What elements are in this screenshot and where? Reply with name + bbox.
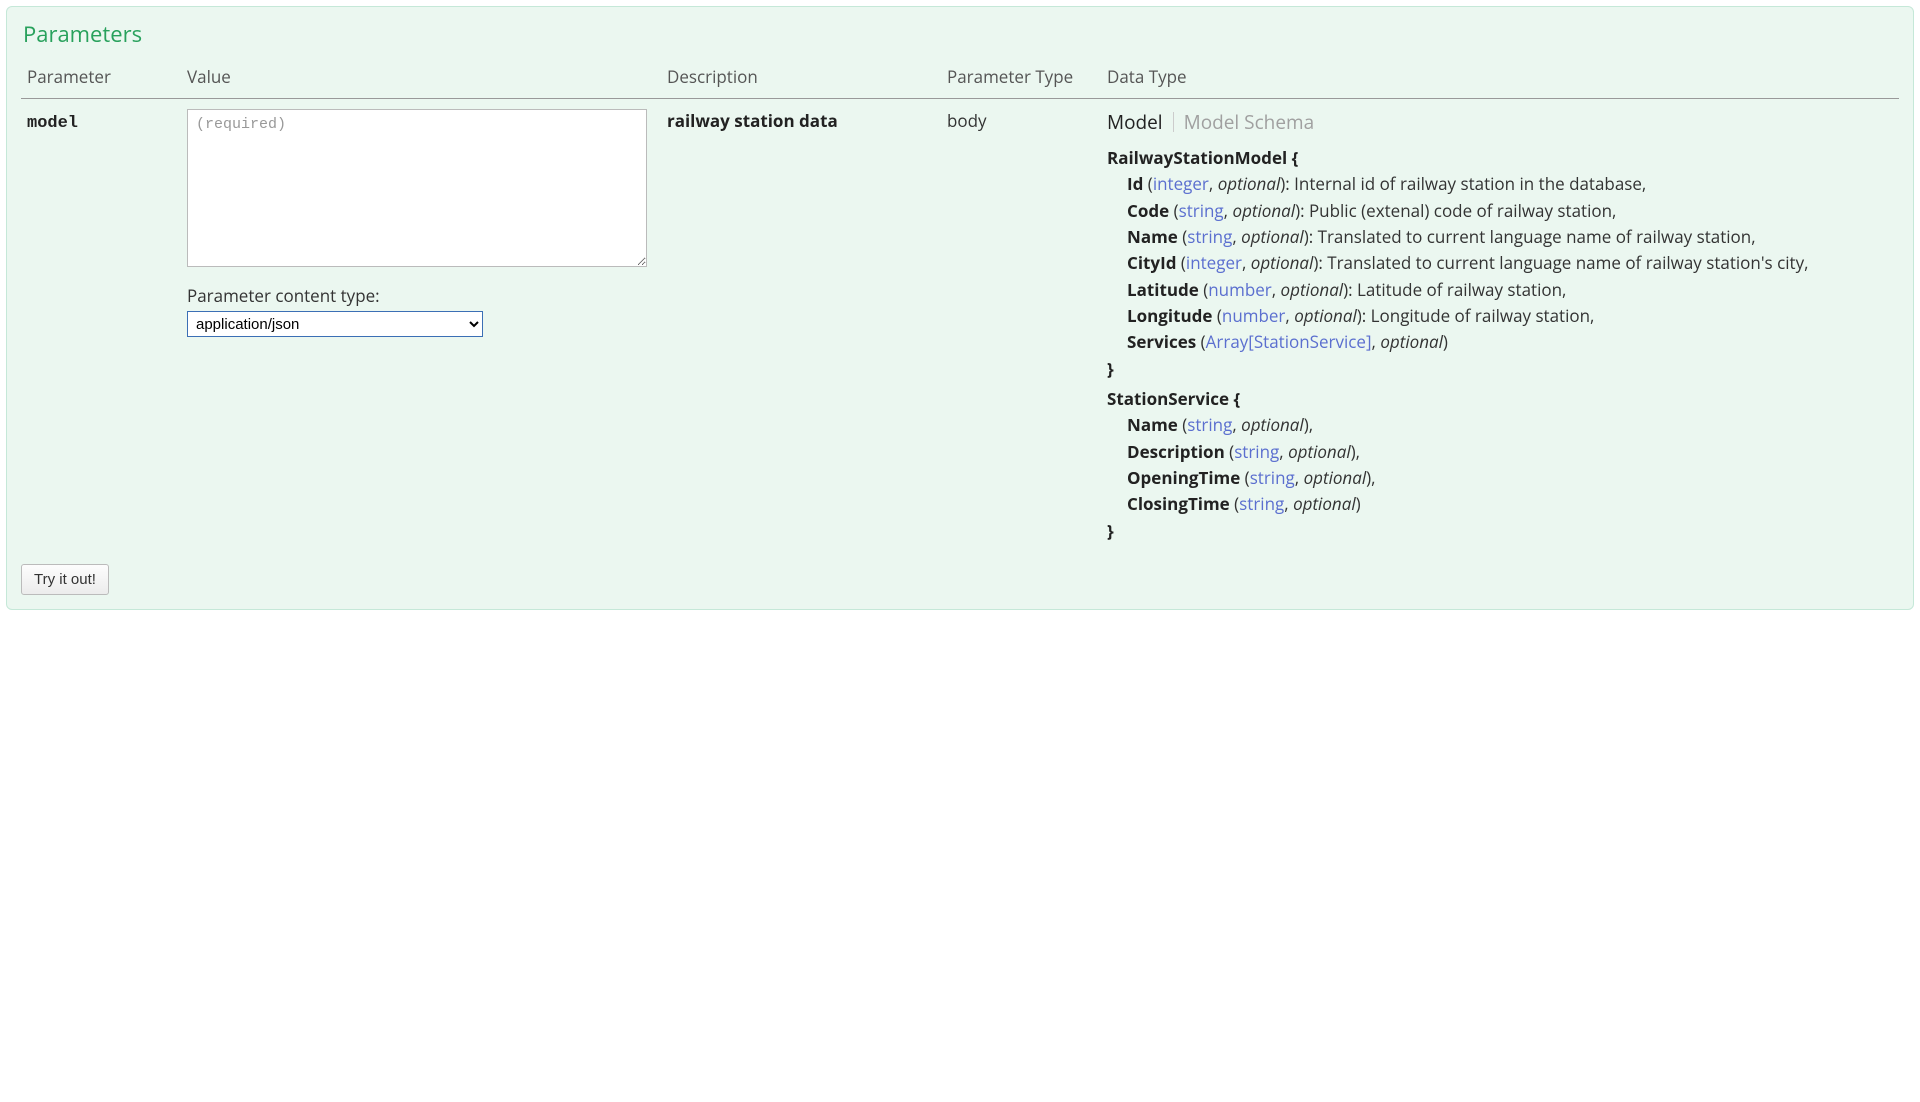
prop-type: string <box>1187 413 1232 436</box>
prop-type: number <box>1222 304 1285 327</box>
prop-optional: optional <box>1288 440 1351 463</box>
prop-type: integer <box>1153 172 1209 195</box>
tab-separator <box>1173 112 1174 132</box>
model-prop: Name (string, optional), <box>1127 412 1893 438</box>
col-header-parameter-type: Parameter Type <box>941 57 1101 99</box>
tab-model[interactable]: Model <box>1107 109 1163 135</box>
prop-name: Code <box>1127 199 1169 222</box>
prop-optional: optional <box>1218 172 1281 195</box>
prop-desc: : Public (extenal) code of railway stati… <box>1300 199 1616 222</box>
prop-desc: : Translated to current language name of… <box>1309 225 1756 248</box>
model-prop: Description (string, optional), <box>1127 439 1893 465</box>
model-prop: Longitude (number, optional): Longitude … <box>1127 303 1893 329</box>
prop-type: Array[StationService] <box>1206 330 1372 353</box>
model-prop: Code (string, optional): Public (extenal… <box>1127 198 1893 224</box>
prop-optional: optional <box>1304 466 1367 489</box>
param-description: railway station data <box>667 109 838 132</box>
model-prop: ClosingTime (string, optional) <box>1127 491 1893 517</box>
prop-optional: optional <box>1293 492 1356 515</box>
prop-name: Name <box>1127 413 1178 436</box>
param-name: model <box>27 114 78 133</box>
col-header-description: Description <box>661 57 941 99</box>
model-stationservice-props: Name (string, optional),Description (str… <box>1107 412 1893 517</box>
prop-type: string <box>1179 199 1224 222</box>
model-stationservice-open: StationService { <box>1107 386 1893 412</box>
parameters-panel: Parameters Parameter Value Description P… <box>6 6 1914 610</box>
model-prop: Id (integer, optional): Internal id of r… <box>1127 171 1893 197</box>
prop-optional: optional <box>1241 413 1304 436</box>
body-textarea[interactable] <box>187 109 647 267</box>
prop-name: Latitude <box>1127 278 1199 301</box>
model-prop: OpeningTime (string, optional), <box>1127 465 1893 491</box>
prop-name: Services <box>1127 330 1196 353</box>
model-railwaystationmodel-close: } <box>1107 356 1893 382</box>
prop-type: string <box>1187 225 1232 248</box>
prop-name: Longitude <box>1127 304 1212 327</box>
try-it-out-button[interactable]: Try it out! <box>21 564 109 595</box>
col-header-data-type: Data Type <box>1101 57 1899 99</box>
section-title: Parameters <box>23 19 1899 49</box>
table-row: model Parameter content type: applicatio… <box>21 99 1899 551</box>
prop-optional: optional <box>1294 304 1357 327</box>
prop-desc: : Translated to current language name of… <box>1318 251 1808 274</box>
prop-name: Name <box>1127 225 1178 248</box>
prop-type: string <box>1239 492 1284 515</box>
prop-type: integer <box>1186 251 1242 274</box>
col-header-parameter: Parameter <box>21 57 181 99</box>
prop-optional: optional <box>1241 225 1304 248</box>
prop-name: Id <box>1127 172 1143 195</box>
model-definition: RailwayStationModel { Id (integer, optio… <box>1107 145 1893 544</box>
prop-type: number <box>1208 278 1271 301</box>
prop-optional: optional <box>1233 199 1296 222</box>
prop-optional: optional <box>1281 278 1344 301</box>
prop-name: OpeningTime <box>1127 466 1240 489</box>
model-prop: CityId (integer, optional): Translated t… <box>1127 250 1893 276</box>
content-type-select[interactable]: application/json <box>187 311 483 337</box>
param-type: body <box>947 109 987 132</box>
prop-desc: : Latitude of railway station, <box>1348 278 1566 301</box>
prop-name: CityId <box>1127 251 1176 274</box>
col-header-value: Value <box>181 57 661 99</box>
model-prop: Name (string, optional): Translated to c… <box>1127 224 1893 250</box>
model-railwaystationmodel-props: Id (integer, optional): Internal id of r… <box>1107 171 1893 355</box>
model-prop: Services (Array[StationService], optiona… <box>1127 329 1893 355</box>
prop-desc: : Longitude of railway station, <box>1362 304 1595 327</box>
parameters-table: Parameter Value Description Parameter Ty… <box>21 57 1899 550</box>
prop-name: Description <box>1127 440 1225 463</box>
content-type-label: Parameter content type: <box>187 284 655 307</box>
model-stationservice-close: } <box>1107 518 1893 544</box>
prop-optional: optional <box>1251 251 1314 274</box>
model-prop: Latitude (number, optional): Latitude of… <box>1127 277 1893 303</box>
tab-model-schema[interactable]: Model Schema <box>1184 109 1315 135</box>
prop-name: ClosingTime <box>1127 492 1230 515</box>
model-railwaystationmodel-open: RailwayStationModel { <box>1107 145 1893 171</box>
prop-type: string <box>1234 440 1279 463</box>
datatype-tabs: Model Model Schema <box>1107 109 1893 135</box>
prop-type: string <box>1250 466 1295 489</box>
prop-desc: : Internal id of railway station in the … <box>1285 172 1646 195</box>
prop-optional: optional <box>1380 330 1443 353</box>
